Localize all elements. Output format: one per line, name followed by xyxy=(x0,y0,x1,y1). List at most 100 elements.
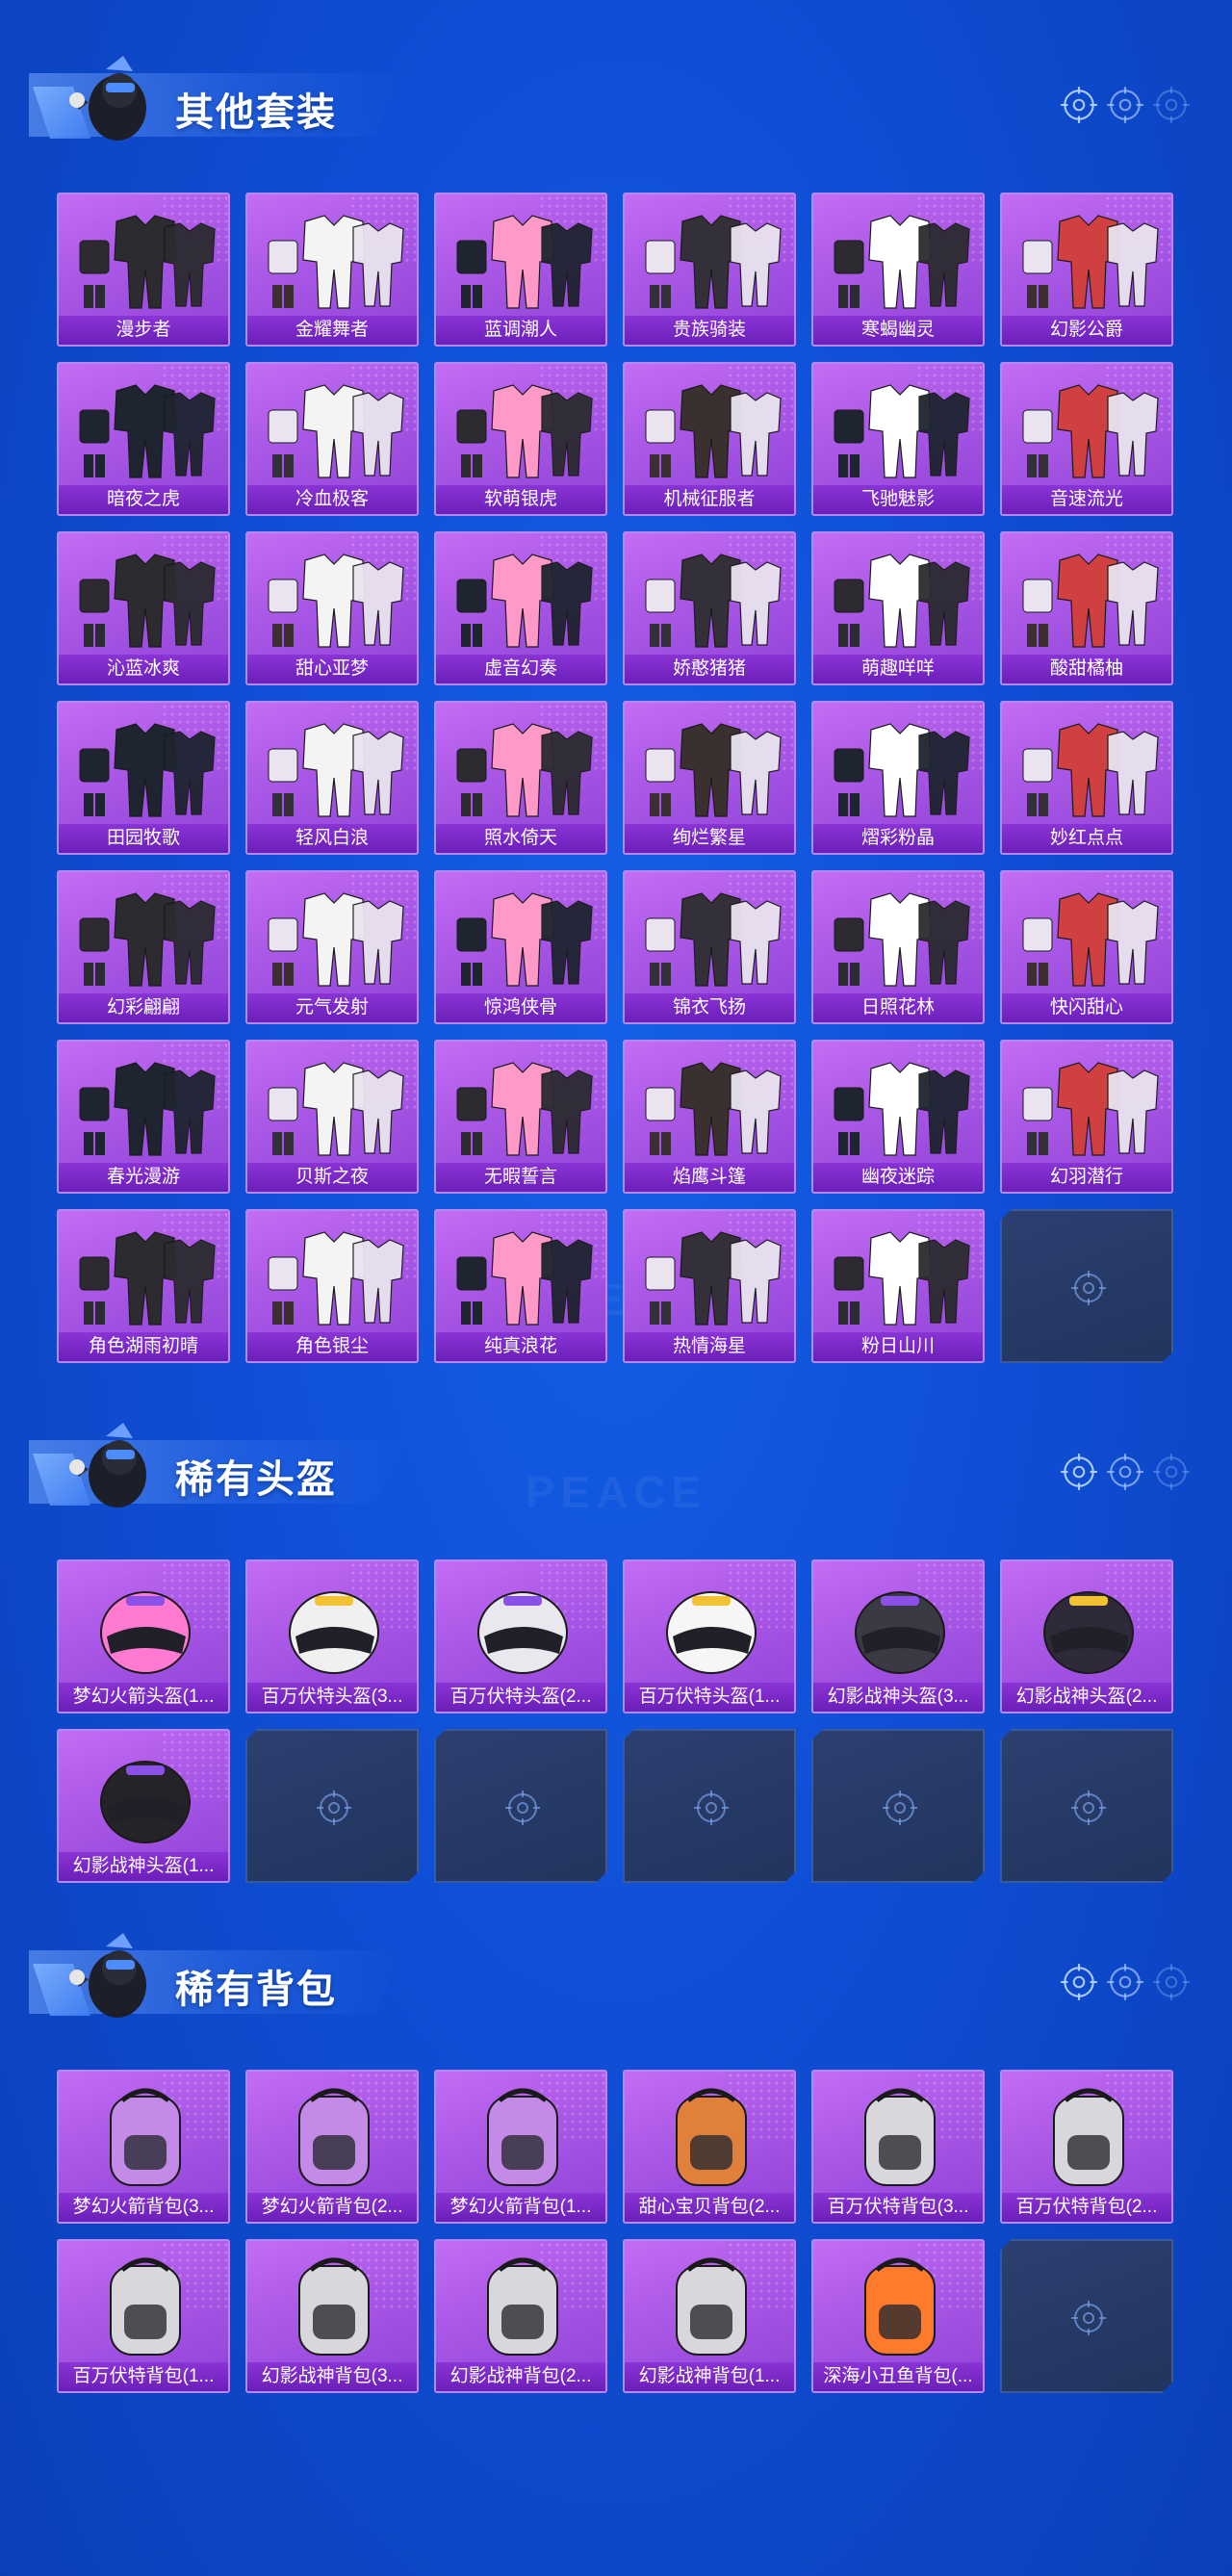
item-card[interactable]: 粉日山川 xyxy=(811,1209,985,1363)
item-card[interactable]: 金耀舞者 xyxy=(245,193,419,347)
item-card[interactable]: 幻彩翩翩 xyxy=(57,870,230,1024)
outfit-image xyxy=(268,892,404,987)
item-card[interactable]: 热情海星 xyxy=(623,1209,796,1363)
outfit-image xyxy=(645,554,782,648)
item-card[interactable]: 熠彩粉晶 xyxy=(811,701,985,855)
item-label: 沁蓝冰爽 xyxy=(59,655,228,683)
item-card[interactable]: 照水倚天 xyxy=(434,701,607,855)
item-card[interactable]: 春光漫游 xyxy=(57,1040,230,1194)
item-card[interactable]: 甜心亚梦 xyxy=(245,531,419,685)
outfit-image xyxy=(645,1231,782,1326)
item-card[interactable]: 梦幻火箭背包(3... xyxy=(57,2070,230,2224)
outfit-image xyxy=(456,1062,593,1156)
outfit-image xyxy=(79,554,216,648)
outfit-image xyxy=(79,1231,216,1326)
item-card[interactable]: 梦幻火箭背包(1... xyxy=(434,2070,607,2224)
item-card[interactable]: 纯真浪花 xyxy=(434,1209,607,1363)
item-card[interactable]: 绚烂繁星 xyxy=(623,701,796,855)
item-card[interactable]: 幻影战神背包(3... xyxy=(245,2239,419,2393)
item-card[interactable]: 蓝调潮人 xyxy=(434,193,607,347)
backpack-image xyxy=(487,2088,558,2186)
item-label: 百万伏特背包(2... xyxy=(1002,2193,1171,2222)
item-card[interactable]: 元气发射 xyxy=(245,870,419,1024)
helmet-image xyxy=(100,1591,191,1674)
item-card[interactable]: 百万伏特头盔(2... xyxy=(434,1559,607,1713)
item-card[interactable]: 贝斯之夜 xyxy=(245,1040,419,1194)
item-label: 梦幻火箭背包(1... xyxy=(436,2193,605,2222)
item-card[interactable]: 音速流光 xyxy=(1000,362,1173,516)
helmet-image xyxy=(666,1591,757,1674)
item-card[interactable]: 幻影战神背包(2... xyxy=(434,2239,607,2393)
item-card[interactable]: 妙红点点 xyxy=(1000,701,1173,855)
item-card[interactable]: 漫步者 xyxy=(57,193,230,347)
item-label: 惊鸿侠骨 xyxy=(436,993,605,1022)
item-card[interactable]: 日照花林 xyxy=(811,870,985,1024)
section-header: 稀有头盔 xyxy=(29,1415,1203,1521)
item-card[interactable]: 幻影战神头盔(2... xyxy=(1000,1559,1173,1713)
item-card[interactable]: 深海小丑鱼背包(... xyxy=(811,2239,985,2393)
item-card[interactable]: 百万伏特背包(2... xyxy=(1000,2070,1173,2224)
crosshair-icon xyxy=(1069,1789,1108,1827)
item-label: 蓝调潮人 xyxy=(436,316,605,345)
outfit-image xyxy=(1022,723,1159,817)
item-card[interactable]: 幻影战神背包(1... xyxy=(623,2239,796,2393)
item-card[interactable]: 幻影战神头盔(1... xyxy=(57,1729,230,1883)
item-card[interactable]: 无暇誓言 xyxy=(434,1040,607,1194)
item-card[interactable]: 飞驰魅影 xyxy=(811,362,985,516)
item-card[interactable]: 轻风白浪 xyxy=(245,701,419,855)
item-label: 幻影战神头盔(3... xyxy=(813,1683,983,1712)
item-card[interactable]: 沁蓝冰爽 xyxy=(57,531,230,685)
item-card[interactable]: 百万伏特头盔(3... xyxy=(245,1559,419,1713)
outfit-image xyxy=(834,554,970,648)
backpack-image xyxy=(864,2088,936,2186)
item-card[interactable]: 幽夜迷踪 xyxy=(811,1040,985,1194)
item-card[interactable]: 惊鸿侠骨 xyxy=(434,870,607,1024)
item-label: 照水倚天 xyxy=(436,824,605,853)
crosshair-icon xyxy=(881,1789,919,1827)
item-card[interactable]: 百万伏特背包(1... xyxy=(57,2239,230,2393)
outfit-image xyxy=(268,723,404,817)
outfit-image xyxy=(1022,1062,1159,1156)
item-card[interactable]: 焰鹰斗篷 xyxy=(623,1040,796,1194)
item-card[interactable]: 锦衣飞扬 xyxy=(623,870,796,1024)
item-card[interactable]: 贵族骑装 xyxy=(623,193,796,347)
crosshair-icon xyxy=(1107,1964,1143,2000)
item-card[interactable]: 寒蝎幽灵 xyxy=(811,193,985,347)
item-card[interactable]: 娇憨猪猪 xyxy=(623,531,796,685)
item-card[interactable]: 萌趣咩咩 xyxy=(811,531,985,685)
item-card[interactable]: 机械征服者 xyxy=(623,362,796,516)
item-card[interactable]: 快闪甜心 xyxy=(1000,870,1173,1024)
item-card[interactable]: 幻影公爵 xyxy=(1000,193,1173,347)
item-card[interactable]: 百万伏特头盔(1... xyxy=(623,1559,796,1713)
item-card[interactable]: 冷血极客 xyxy=(245,362,419,516)
item-card[interactable]: 梦幻火箭头盔(1... xyxy=(57,1559,230,1713)
item-card[interactable]: 百万伏特背包(3... xyxy=(811,2070,985,2224)
backpack-image xyxy=(110,2257,181,2356)
item-card[interactable]: 幻影战神头盔(3... xyxy=(811,1559,985,1713)
item-card[interactable]: 甜心宝贝背包(2... xyxy=(623,2070,796,2224)
item-card[interactable]: 田园牧歌 xyxy=(57,701,230,855)
item-label: 角色湖雨初晴 xyxy=(59,1332,228,1361)
item-card[interactable]: 软萌银虎 xyxy=(434,362,607,516)
outfit-image xyxy=(79,892,216,987)
carousel-dots xyxy=(1059,85,1203,127)
item-label: 贝斯之夜 xyxy=(247,1163,417,1192)
item-card[interactable]: 幻羽潜行 xyxy=(1000,1040,1173,1194)
item-label: 焰鹰斗篷 xyxy=(625,1163,794,1192)
item-card[interactable]: 酸甜橘柚 xyxy=(1000,531,1173,685)
item-card[interactable]: 角色银尘 xyxy=(245,1209,419,1363)
empty-slot xyxy=(245,1729,419,1883)
item-label: 百万伏特背包(1... xyxy=(59,2362,228,2391)
item-label: 甜心宝贝背包(2... xyxy=(625,2193,794,2222)
item-card[interactable]: 虚音幻奏 xyxy=(434,531,607,685)
item-card[interactable]: 梦幻火箭背包(2... xyxy=(245,2070,419,2224)
item-label: 梦幻火箭背包(3... xyxy=(59,2193,228,2222)
item-label: 机械征服者 xyxy=(625,485,794,514)
item-label: 角色银尘 xyxy=(247,1332,417,1361)
item-label: 甜心亚梦 xyxy=(247,655,417,683)
item-card[interactable]: 角色湖雨初晴 xyxy=(57,1209,230,1363)
item-label: 百万伏特背包(3... xyxy=(813,2193,983,2222)
item-label: 百万伏特头盔(1... xyxy=(625,1683,794,1712)
item-card[interactable]: 暗夜之虎 xyxy=(57,362,230,516)
outfit-image xyxy=(268,384,404,478)
